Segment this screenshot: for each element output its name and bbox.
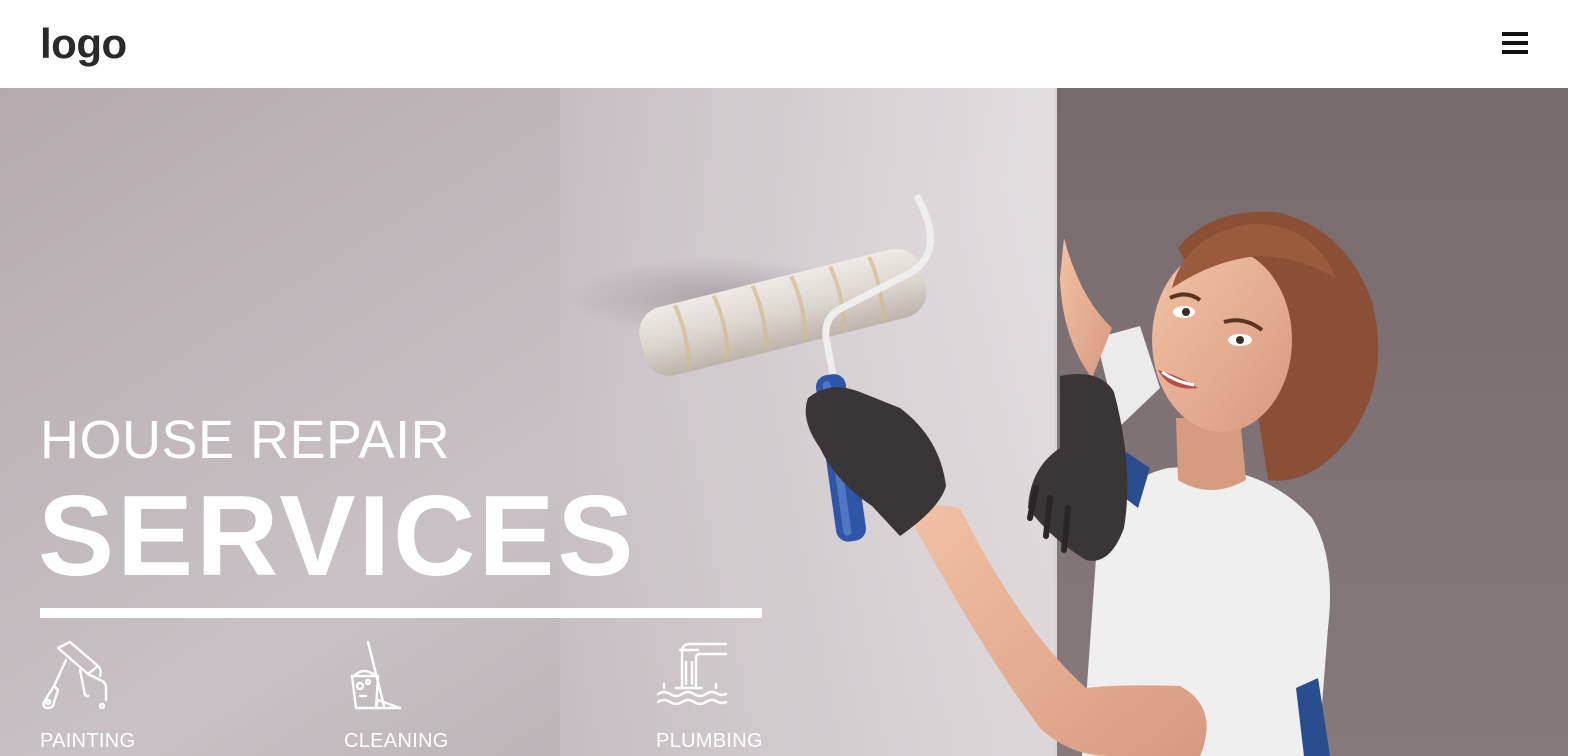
hero-banner: HOUSE REPAIR SERVICES PAINTING CLEANING …: [0, 88, 1568, 756]
hero-title: SERVICES: [38, 473, 637, 600]
hamburger-menu-button[interactable]: [1500, 26, 1534, 60]
hero-title-small: HOUSE REPAIR: [40, 410, 451, 470]
site-logo[interactable]: logo: [40, 18, 127, 70]
scrollbar-track[interactable]: [1568, 0, 1584, 756]
hero-divider: [40, 608, 762, 618]
faucet-water-icon: [656, 642, 728, 706]
service-label-cleaning: CLEANING: [344, 730, 449, 752]
paint-roller-icon: [42, 640, 108, 710]
service-label-painting: PAINTING: [40, 730, 136, 752]
service-painting[interactable]: PAINTING: [40, 640, 190, 756]
site-header: logo: [0, 0, 1584, 88]
service-cleaning[interactable]: CLEANING: [344, 640, 494, 756]
service-plumbing[interactable]: PLUMBING: [656, 640, 806, 756]
service-label-plumbing: PLUMBING: [656, 730, 763, 752]
hamburger-menu-icon: [1502, 32, 1528, 54]
bucket-broom-icon: [350, 640, 402, 710]
